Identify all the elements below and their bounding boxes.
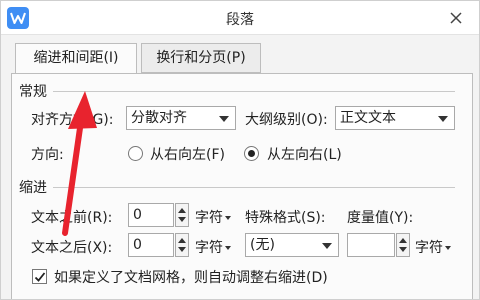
direction-ltr-radio[interactable] — [244, 146, 259, 161]
special-format-select-value: (无) — [250, 237, 275, 253]
outline-level-select[interactable]: 正文文本 — [335, 106, 455, 130]
special-format-select[interactable]: (无) — [245, 233, 339, 257]
measure-input[interactable] — [347, 233, 395, 257]
step-up-icon — [399, 238, 407, 243]
step-down-icon — [178, 217, 186, 222]
auto-adjust-right-indent-label[interactable]: 如果定义了文档网格，则自动调整右缩进(D) — [54, 267, 328, 287]
tab-line-page-breaks[interactable]: 换行和分页(P) — [141, 43, 261, 73]
chevron-down-icon — [322, 243, 332, 249]
auto-adjust-right-indent-checkbox[interactable] — [32, 269, 47, 284]
checkmark-icon — [34, 272, 46, 282]
dialog-title: 段落 — [226, 12, 254, 28]
step-down-icon — [178, 247, 186, 252]
section-general-label: 常规 — [19, 84, 47, 100]
step-down-icon — [399, 247, 407, 252]
indent-after-unit-text: 字符 — [195, 240, 223, 256]
measure-unit-text: 字符 — [415, 240, 443, 256]
outline-level-select-value: 正文文本 — [340, 110, 396, 126]
title-bar: 段落 — [1, 1, 479, 35]
chevron-down-icon — [225, 216, 231, 220]
direction-rtl-label[interactable]: 从右向左(F) — [150, 144, 225, 164]
chevron-down-icon — [225, 246, 231, 250]
alignment-label: 对齐方式(G): — [31, 112, 114, 128]
alignment-select-value: 分散对齐 — [131, 110, 187, 126]
alignment-select[interactable]: 分散对齐 — [126, 106, 236, 130]
indent-before-unit[interactable]: 字符 — [195, 207, 231, 227]
special-format-label: 特殊格式(S): — [245, 210, 326, 226]
measure-label: 度量值(Y): — [347, 210, 414, 226]
direction-label: 方向: — [31, 147, 64, 163]
indent-after-unit[interactable]: 字符 — [195, 237, 231, 257]
tab-indent-spacing[interactable]: 缩进和间距(I) — [15, 43, 137, 74]
chevron-down-icon — [445, 246, 451, 250]
direction-ltr-label[interactable]: 从左向右(L) — [267, 144, 342, 164]
indent-after-stepper[interactable] — [175, 233, 189, 257]
measure-unit[interactable]: 字符 — [415, 237, 451, 257]
indent-before-label: 文本之前(R): — [31, 210, 113, 226]
direction-rtl-radio[interactable] — [128, 146, 143, 161]
outline-level-label: 大纲级别(O): — [245, 112, 328, 128]
section-general-divider — [53, 91, 455, 92]
measure-stepper[interactable] — [396, 233, 410, 257]
indent-before-input[interactable]: 0 — [128, 203, 174, 227]
chevron-down-icon — [438, 116, 448, 122]
step-up-icon — [178, 238, 186, 243]
indent-before-unit-text: 字符 — [195, 210, 223, 226]
close-icon[interactable] — [445, 7, 467, 29]
indent-before-stepper[interactable] — [175, 203, 189, 227]
paragraph-dialog: 段落 缩进和间距(I) 换行和分页(P) 常规 对齐方式(G): 分散对齐 大纲… — [0, 0, 480, 300]
indent-after-input[interactable]: 0 — [128, 233, 174, 257]
section-indent-divider — [53, 187, 455, 188]
step-up-icon — [178, 208, 186, 213]
section-indent-label: 缩进 — [19, 180, 47, 196]
chevron-down-icon — [219, 116, 229, 122]
indent-after-label: 文本之后(X): — [31, 240, 113, 256]
